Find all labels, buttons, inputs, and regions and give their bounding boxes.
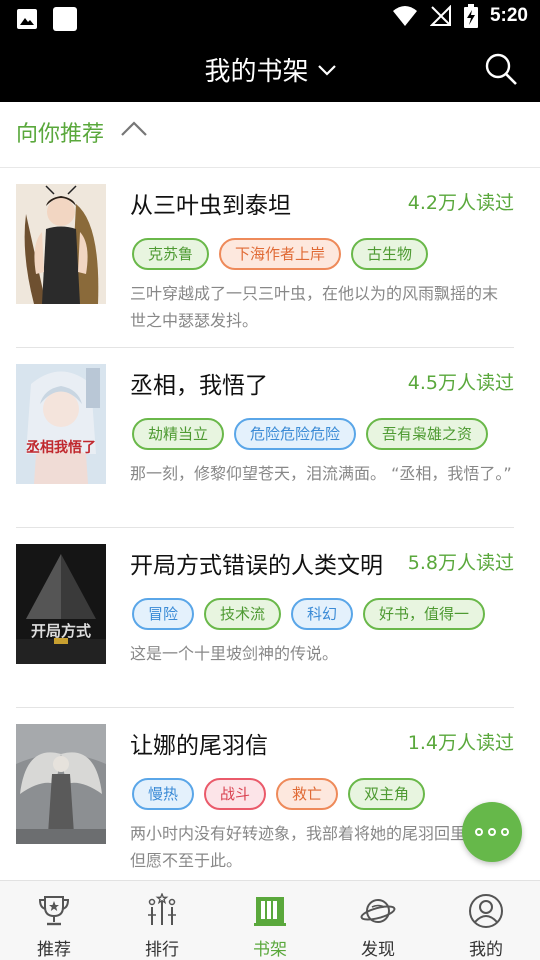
book-title: 开局方式错误的人类文明 [130,553,383,579]
tag[interactable]: 吾有枭雄之资 [366,418,489,450]
nav-label: 发现 [361,940,395,960]
tag[interactable]: 危险危险危险 [234,418,357,450]
more-dots-icon [501,828,509,836]
nav-tab-bookshelf[interactable]: 书架 [216,881,324,960]
book-description: 这是一个十里坡剑神的传说。 [130,644,339,663]
book-description: 三叶穿越成了一只三叶虫，在他以为的风雨飘摇的末世之中瑟瑟发抖。 [130,284,499,330]
book-cover: 丞相我悟了 [16,364,106,484]
book-list: 从三叶虫到泰坦 4.2万人读过 克苏鲁 下海作者上岸 古生物 三叶穿越成了一只三… [0,168,540,888]
tag-list: 冒险 技术流 科幻 好书，值得一 [132,598,486,630]
book-item[interactable]: 丞相我悟了 丞相，我悟了 4.5万人读过 劫精当立 危险危险危险 吾有枭雄之资 … [0,348,540,528]
wifi-icon [392,6,417,26]
nav-tab-profile[interactable]: 我的 [432,881,540,960]
tag-list: 劫精当立 危险危险危险 吾有枭雄之资 [132,418,489,450]
book-item[interactable]: 从三叶虫到泰坦 4.2万人读过 克苏鲁 下海作者上岸 古生物 三叶穿越成了一只三… [0,168,540,348]
ranking-icon [148,893,176,925]
tag[interactable]: 救亡 [276,778,339,810]
app-header: 我的书架 [0,36,540,102]
recommend-title: 向你推荐 [16,122,105,147]
tag[interactable]: 战斗 [204,778,267,810]
profile-icon [469,894,503,928]
planet-icon [360,899,396,923]
book-item[interactable]: 开局方式 开局方式错误的人类文明 5.8万人读过 冒险 技术流 科幻 好书，值得… [0,528,540,708]
status-time: 5:20 [489,5,528,26]
read-count: 4.5万人读过 [407,372,514,394]
square-notification-icon [53,7,77,31]
nav-tab-discover[interactable]: 发现 [324,881,432,960]
book-title: 丞相，我悟了 [130,373,268,399]
nav-tab-recommend[interactable]: 推荐 [0,881,108,960]
more-dots-icon [488,828,496,836]
cover-title-text: 丞相我悟了 [26,439,96,456]
more-options-button[interactable] [462,802,522,862]
bookshelf-icon [254,897,286,926]
read-count: 1.4万人读过 [407,732,514,754]
tag[interactable]: 劫精当立 [132,418,225,450]
book-title: 从三叶虫到泰坦 [130,193,291,219]
tag[interactable]: 慢热 [132,778,195,810]
trophy-icon [38,896,70,926]
tag[interactable]: 科幻 [291,598,354,630]
tag[interactable]: 好书，值得一 [363,598,486,630]
shelf-title-dropdown[interactable]: 我的书架 [0,51,540,88]
no-signal-icon [429,5,451,26]
nav-label: 推荐 [37,940,71,960]
more-dots-icon [475,828,483,836]
book-description: 两小时内没有好转迹象，我部着将她的尾羽回里昂。但愿不至于此。 [130,824,499,870]
tag[interactable]: 下海作者上岸 [219,238,342,270]
book-item[interactable]: 让娜的尾羽信 1.4万人读过 慢热 战斗 救亡 双主角 两小时内没有好转迹象，我… [0,708,540,888]
book-description: 那一刻，修黎仰望苍天，泪流满面。 “丞相，我悟了。” [130,464,512,483]
tag-list: 慢热 战斗 救亡 双主角 [132,778,426,810]
recommend-header[interactable]: 向你推荐 [0,102,540,168]
tag[interactable]: 冒险 [132,598,195,630]
nav-label: 排行 [145,940,179,960]
book-title: 让娜的尾羽信 [130,733,268,759]
book-cover: 开局方式 [16,544,106,664]
nav-label: 我的 [469,940,503,960]
tag[interactable]: 技术流 [204,598,282,630]
book-cover [16,724,106,844]
gallery-notification-icon [17,9,37,29]
read-count: 4.2万人读过 [407,192,514,214]
page-title: 我的书架 [204,57,309,87]
tag[interactable]: 古生物 [351,238,429,270]
search-icon[interactable] [484,52,518,86]
tag-list: 克苏鲁 下海作者上岸 古生物 [132,238,429,270]
read-count: 5.8万人读过 [407,552,514,574]
tag[interactable]: 克苏鲁 [132,238,210,270]
nav-label: 书架 [253,940,287,960]
nav-tab-ranking[interactable]: 排行 [108,881,216,960]
chevron-down-icon [317,64,336,76]
chevron-up-icon[interactable] [120,120,148,138]
bottom-nav: 推荐 排行 书架 发现 我的 [0,880,540,960]
status-bar: 5:20 [0,0,540,36]
book-cover [16,184,106,304]
cover-title-text: 开局方式 [31,622,91,640]
tag[interactable]: 双主角 [348,778,426,810]
battery-charging-icon [463,4,478,28]
